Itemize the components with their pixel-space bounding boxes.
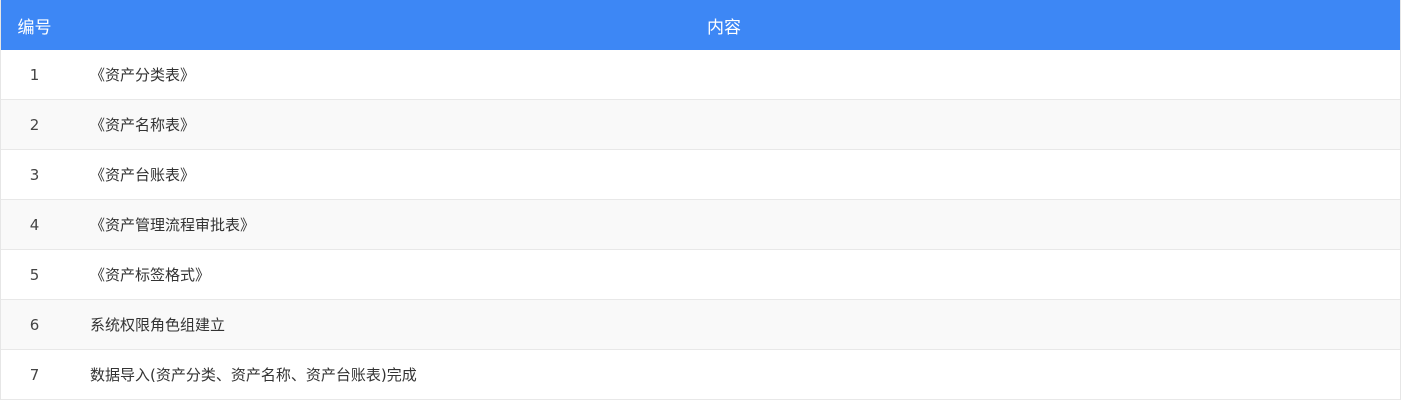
row-num: 7 xyxy=(29,365,40,384)
table-row: 2 《资产名称表》 xyxy=(1,100,1400,150)
table-row: 5 《资产标签格式》 xyxy=(1,250,1400,300)
row-content: 《资产台账表》 xyxy=(90,166,196,184)
table-header: 编号 内容 xyxy=(1,0,1400,50)
table-row: 7 数据导入(资产分类、资产名称、资产台账表)完成 xyxy=(1,350,1400,400)
row-content: 《资产管理流程审批表》 xyxy=(90,216,256,234)
header-content: 内容 xyxy=(707,17,741,38)
table-row: 4 《资产管理流程审批表》 xyxy=(1,200,1400,250)
row-content: 《资产分类表》 xyxy=(90,66,196,84)
row-num: 5 xyxy=(29,265,40,284)
row-num: 1 xyxy=(29,65,40,84)
row-num: 4 xyxy=(29,215,40,234)
row-content: 系统权限角色组建立 xyxy=(90,316,226,334)
table-row: 1 《资产分类表》 xyxy=(1,50,1400,100)
row-num: 3 xyxy=(29,165,40,184)
table-row: 3 《资产台账表》 xyxy=(1,150,1400,200)
header-num: 编号 xyxy=(17,17,52,38)
deliverables-table: 编号 内容 1 《资产分类表》 2 《资产名称表》 3 《资产台账表》 4 《资… xyxy=(0,0,1401,400)
row-content: 《资产标签格式》 xyxy=(90,266,211,284)
row-num: 2 xyxy=(29,115,40,134)
table-row: 6 系统权限角色组建立 xyxy=(1,300,1400,350)
row-num: 6 xyxy=(29,315,40,334)
row-content: 《资产名称表》 xyxy=(90,116,196,134)
row-content: 数据导入(资产分类、资产名称、资产台账表)完成 xyxy=(90,366,417,384)
